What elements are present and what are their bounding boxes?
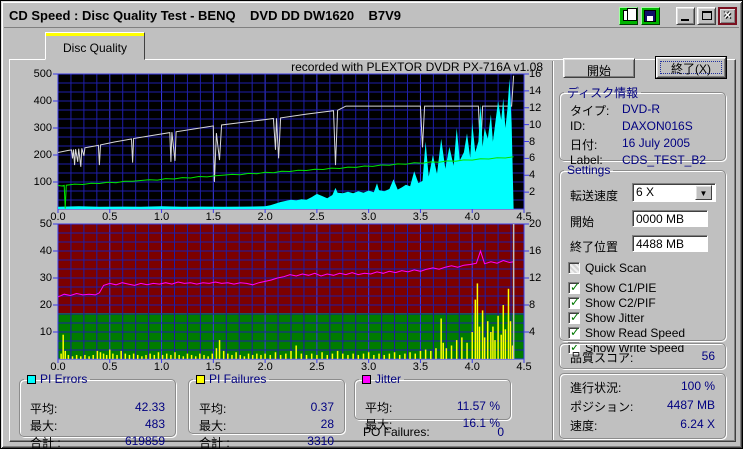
close-button[interactable]: ×	[718, 7, 737, 25]
right-axis-tick-label: 2	[529, 186, 553, 198]
pi-failures-swatch-icon	[196, 375, 205, 384]
left-axis-tick-label: 100	[10, 176, 52, 188]
checkbox-icon	[568, 327, 580, 339]
copy-icon	[623, 10, 631, 21]
tab-disc-quality[interactable]: Disc Quality	[45, 32, 145, 60]
right-axis-tick-label: 6	[529, 152, 553, 164]
checkbox-quick-scan[interactable]: Quick Scan	[568, 261, 646, 275]
jitter-title: Jitter	[375, 372, 401, 386]
left-axis-tick-label: 40	[10, 245, 52, 257]
pi-failures-groupbox: PI Failures 平均:0.37 最大:28 合計 :3310	[188, 372, 345, 434]
right-axis-tick-label: 4	[529, 326, 553, 338]
pi-failures-max: 28	[321, 417, 334, 431]
right-axis-tick-label: 8	[529, 136, 553, 148]
progress-percent: 100 %	[681, 379, 715, 393]
pi-errors-title: PI Errors	[40, 372, 87, 386]
pi-failures-average: 0.37	[311, 400, 334, 414]
pi-failures-title: PI Failures	[209, 372, 266, 386]
left-axis-tick-label: 300	[10, 122, 52, 134]
left-axis-tick-label: 200	[10, 149, 52, 161]
po-failures-label: PO Failures:	[363, 425, 430, 439]
start-mb-field[interactable]: 0000 MB	[632, 210, 708, 227]
pi-errors-total: 619859	[125, 434, 165, 448]
x-axis-tick-label: 4.5	[510, 361, 538, 373]
minimize-icon	[681, 19, 689, 21]
left-axis-tick-label: 30	[10, 272, 52, 284]
quality-score-value: 56	[702, 349, 715, 363]
left-axis-tick-label: 20	[10, 299, 52, 311]
save-button[interactable]	[641, 7, 660, 25]
recorded-with-label: recorded with PLEXTOR DVDR PX-716A v1.08	[261, 60, 543, 74]
settings-groupbox: Settings 転送速度 6 X ▼ 開始 0000 MB 終了位置 4488…	[559, 163, 726, 341]
pi-errors-average: 42.33	[135, 400, 165, 414]
checkbox-show-c2-pif[interactable]: Show C2/PIF	[568, 296, 656, 310]
left-axis-tick-label: 50	[10, 218, 52, 230]
checkbox-icon	[568, 262, 580, 274]
right-axis-tick-label: 8	[529, 299, 553, 311]
checkbox-icon	[568, 297, 580, 309]
quality-score-label: 品質スコア:	[570, 351, 633, 365]
chevron-down-icon[interactable]: ▼	[695, 185, 712, 200]
position-mb: 4487 MB	[667, 398, 715, 412]
disc-type: DVD-R	[622, 102, 660, 116]
window-title: CD Speed : Disc Quality Test - BENQ DVD …	[4, 8, 616, 23]
floppy-disk-icon	[644, 10, 656, 22]
vertical-separator	[552, 61, 554, 440]
right-axis-tick-label: 14	[529, 85, 553, 97]
bottom-chart	[52, 218, 530, 365]
right-axis-tick-label: 12	[529, 102, 553, 114]
right-axis-tick-label: 10	[529, 119, 553, 131]
close-icon: ×	[720, 8, 735, 22]
current-speed: 6.24 X	[680, 417, 715, 431]
po-failures-row: PO Failures: 0	[363, 425, 504, 441]
speed-value: 6 X	[636, 185, 695, 200]
right-axis-tick-label: 12	[529, 272, 553, 284]
checkbox-show-c1-pie[interactable]: Show C1/PIE	[568, 281, 656, 295]
checkbox-show-jitter[interactable]: Show Jitter	[568, 311, 644, 325]
copy-to-clipboard-button[interactable]	[619, 7, 638, 25]
checkbox-show-read-speed[interactable]: Show Read Speed	[568, 326, 685, 340]
disc-id: DAXON016S	[622, 119, 693, 133]
checkbox-icon	[568, 282, 580, 294]
left-axis-tick-label: 400	[10, 95, 52, 107]
pi-errors-groupbox: PI Errors 平均:42.33 最大:483 合計 :619859	[19, 372, 176, 437]
quality-score-groupbox: 品質スコア: 56	[559, 343, 726, 369]
start-button[interactable]: 開始	[563, 58, 635, 78]
jitter-groupbox: Jitter 平均:11.57 % 最大:16.1 %	[354, 372, 511, 420]
jitter-swatch-icon	[362, 375, 371, 384]
top-chart	[52, 68, 530, 215]
pi-errors-max: 483	[145, 417, 165, 431]
titlebar: CD Speed : Disc Quality Test - BENQ DVD …	[4, 4, 739, 28]
right-axis-tick-label: 4	[529, 169, 553, 181]
maximize-icon	[702, 11, 712, 20]
settings-title: Settings	[564, 163, 613, 177]
titlebar-buttons: ×	[616, 7, 739, 25]
exit-button[interactable]: 終了(X)	[656, 57, 726, 78]
app-window: CD Speed : Disc Quality Test - BENQ DVD …	[0, 0, 743, 449]
jitter-average: 11.57 %	[457, 399, 500, 413]
left-axis-tick-label: 500	[10, 68, 52, 80]
po-failures-value: 0	[497, 425, 504, 439]
speed-select[interactable]: 6 X ▼	[632, 183, 716, 202]
end-mb-field[interactable]: 4488 MB	[632, 235, 708, 252]
disc-info-groupbox: ディスク情報 タイプ:DVD-R ID:DAXON016S 日付:16 July…	[559, 84, 726, 161]
checkbox-icon	[568, 312, 580, 324]
right-axis-tick-label: 20	[529, 218, 553, 230]
disc-info-title: ディスク情報	[564, 84, 641, 101]
pi-errors-swatch-icon	[27, 375, 36, 384]
minimize-button[interactable]	[676, 7, 695, 25]
progress-groupbox: 進行状況:100 % ポジション:4487 MB 速度:6.24 X	[559, 373, 726, 439]
disc-date: 16 July 2005	[622, 136, 690, 150]
left-axis-tick-label: 10	[10, 326, 52, 338]
maximize-button[interactable]	[697, 7, 716, 25]
right-axis-tick-label: 16	[529, 245, 553, 257]
pi-failures-total: 3310	[307, 434, 334, 448]
